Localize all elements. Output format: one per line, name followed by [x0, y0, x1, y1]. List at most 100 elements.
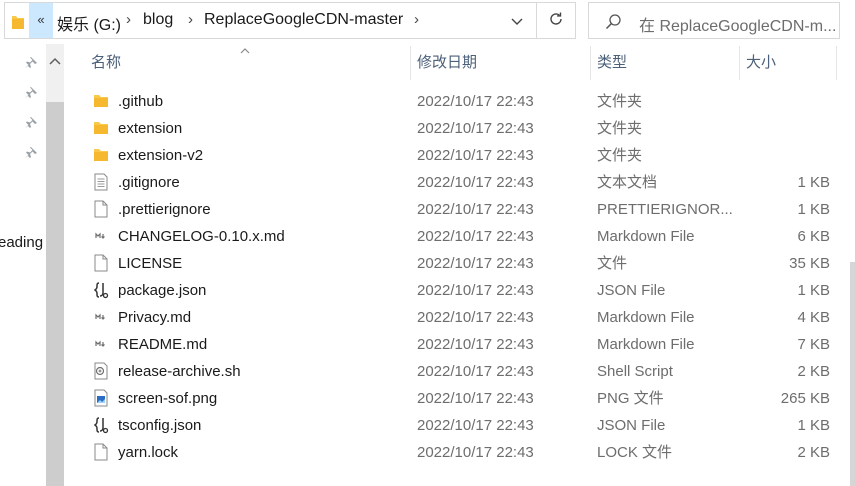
file-date: 2022/10/17 22:43 [417, 174, 534, 191]
file-type: Shell Script [597, 363, 673, 380]
address-toolbar: « 娱乐 (G:) › blog › ReplaceGoogleCDN-mast… [0, 0, 855, 44]
file-type: 文件夹 [597, 147, 643, 164]
file-name: release-archive.sh [118, 363, 241, 380]
json-file-icon [92, 281, 110, 299]
file-date: 2022/10/17 22:43 [417, 255, 534, 272]
file-row[interactable]: release-archive.sh 2022/10/17 22:43 Shel… [64, 358, 850, 385]
file-row[interactable]: yarn.lock 2022/10/17 22:43 LOCK 文件 2 KB [64, 439, 850, 466]
pin-icon[interactable] [25, 146, 37, 163]
blank-file-icon [92, 200, 110, 218]
scroll-up-arrow-icon[interactable] [49, 52, 61, 69]
breadcrumb-overflow-button[interactable]: « [29, 3, 53, 38]
file-row[interactable]: .gitignore 2022/10/17 22:43 文本文档 1 KB [64, 169, 850, 196]
folder-icon [92, 146, 110, 164]
file-row[interactable]: README.md 2022/10/17 22:43 Markdown File… [64, 331, 850, 358]
file-date: 2022/10/17 22:43 [417, 147, 534, 164]
navigation-pane[interactable]: eading [0, 44, 46, 486]
file-row[interactable]: .github 2022/10/17 22:43 文件夹 [64, 88, 850, 115]
file-date: 2022/10/17 22:43 [417, 282, 534, 299]
folder-icon [92, 119, 110, 137]
file-row[interactable]: CHANGELOG-0.10.x.md 2022/10/17 22:43 Mar… [64, 223, 850, 250]
file-size: 1 KB [797, 282, 830, 299]
file-type: 文件 [597, 255, 628, 272]
file-date: 2022/10/17 22:43 [417, 336, 534, 353]
file-date: 2022/10/17 22:43 [417, 417, 534, 434]
breadcrumb-current-folder[interactable]: ReplaceGoogleCDN-master [204, 11, 403, 29]
content-scrollbar-edge[interactable] [850, 262, 855, 486]
file-date: 2022/10/17 22:43 [417, 93, 534, 110]
blank-file-icon [92, 443, 110, 461]
search-icon [605, 13, 622, 34]
column-divider[interactable] [410, 46, 411, 80]
image-file-icon [92, 389, 110, 407]
file-name: extension [118, 120, 183, 137]
file-date: 2022/10/17 22:43 [417, 228, 534, 245]
file-row[interactable]: package.json 2022/10/17 22:43 JSON File … [64, 277, 850, 304]
file-size: 4 KB [797, 309, 830, 326]
column-header-type[interactable]: 类型 [597, 44, 627, 82]
breadcrumb-blog[interactable]: blog [143, 11, 173, 29]
file-size: 1 KB [797, 201, 830, 218]
file-size: 6 KB [797, 228, 830, 245]
file-type: JSON File [597, 417, 666, 434]
file-name: tsconfig.json [118, 417, 202, 434]
file-type: Markdown File [597, 228, 695, 245]
file-size: 265 KB [780, 390, 830, 407]
search-placeholder: 在 ReplaceGoogleCDN-m... [639, 18, 837, 35]
markdown-file-icon [92, 335, 110, 353]
file-date: 2022/10/17 22:43 [417, 444, 534, 461]
file-name: extension-v2 [118, 147, 204, 164]
column-header-date[interactable]: 修改日期 [417, 44, 477, 82]
file-type: PRETTIERIGNOR... [597, 201, 732, 218]
column-header-name[interactable]: 名称 [91, 44, 121, 82]
pin-icon[interactable] [25, 86, 37, 103]
file-size: 35 KB [789, 255, 830, 272]
markdown-file-icon [92, 227, 110, 245]
file-row[interactable]: .prettierignore 2022/10/17 22:43 PRETTIE… [64, 196, 850, 223]
file-name: README.md [118, 336, 208, 353]
file-type: 文件夹 [597, 93, 643, 110]
scrollbar-thumb[interactable] [46, 102, 64, 486]
column-divider[interactable] [836, 46, 837, 80]
column-divider[interactable] [739, 46, 740, 80]
chevron-down-icon[interactable] [510, 14, 524, 32]
file-row[interactable]: extension 2022/10/17 22:43 文件夹 [64, 115, 850, 142]
breadcrumb-separator[interactable]: › [126, 11, 131, 28]
file-date: 2022/10/17 22:43 [417, 309, 534, 326]
file-size: 2 KB [797, 363, 830, 380]
pin-icon[interactable] [25, 116, 37, 133]
file-type: Markdown File [597, 336, 695, 353]
file-name: .gitignore [118, 174, 180, 191]
file-row[interactable]: tsconfig.json 2022/10/17 22:43 JSON File… [64, 412, 850, 439]
column-divider[interactable] [590, 46, 591, 80]
breadcrumb-drive[interactable]: 娱乐 (G:) [57, 11, 121, 35]
json-file-icon [92, 416, 110, 434]
pin-icon[interactable] [25, 56, 37, 73]
nav-item-label[interactable]: eading [0, 234, 43, 251]
file-name: CHANGELOG-0.10.x.md [118, 228, 285, 245]
refresh-button[interactable] [537, 2, 576, 39]
column-header-row: 名称 修改日期 类型 大小 [64, 44, 850, 82]
file-row[interactable]: extension-v2 2022/10/17 22:43 文件夹 [64, 142, 850, 169]
file-name: Privacy.md [118, 309, 192, 326]
address-bar[interactable]: « 娱乐 (G:) › blog › ReplaceGoogleCDN-mast… [4, 2, 537, 39]
file-size: 2 KB [797, 444, 830, 461]
file-list: .github 2022/10/17 22:43 文件夹 extension 2… [64, 88, 850, 466]
nav-pane-scrollbar[interactable] [46, 44, 64, 486]
column-header-size[interactable]: 大小 [746, 44, 776, 82]
refresh-icon [548, 11, 564, 31]
file-size: 7 KB [797, 336, 830, 353]
file-row[interactable]: Privacy.md 2022/10/17 22:43 Markdown Fil… [64, 304, 850, 331]
file-row[interactable]: screen-sof.png 2022/10/17 22:43 PNG 文件 2… [64, 385, 850, 412]
file-type: 文件夹 [597, 120, 643, 137]
file-date: 2022/10/17 22:43 [417, 363, 534, 380]
search-input[interactable]: 在 ReplaceGoogleCDN-m... [588, 2, 840, 39]
shell-script-icon [92, 362, 110, 380]
folder-icon [92, 92, 110, 110]
text-document-icon [92, 173, 110, 191]
file-date: 2022/10/17 22:43 [417, 390, 534, 407]
breadcrumb-separator[interactable]: › [414, 11, 419, 28]
file-row[interactable]: LICENSE 2022/10/17 22:43 文件 35 KB [64, 250, 850, 277]
file-type: 文本文档 [597, 174, 658, 191]
breadcrumb-separator[interactable]: › [188, 11, 193, 28]
